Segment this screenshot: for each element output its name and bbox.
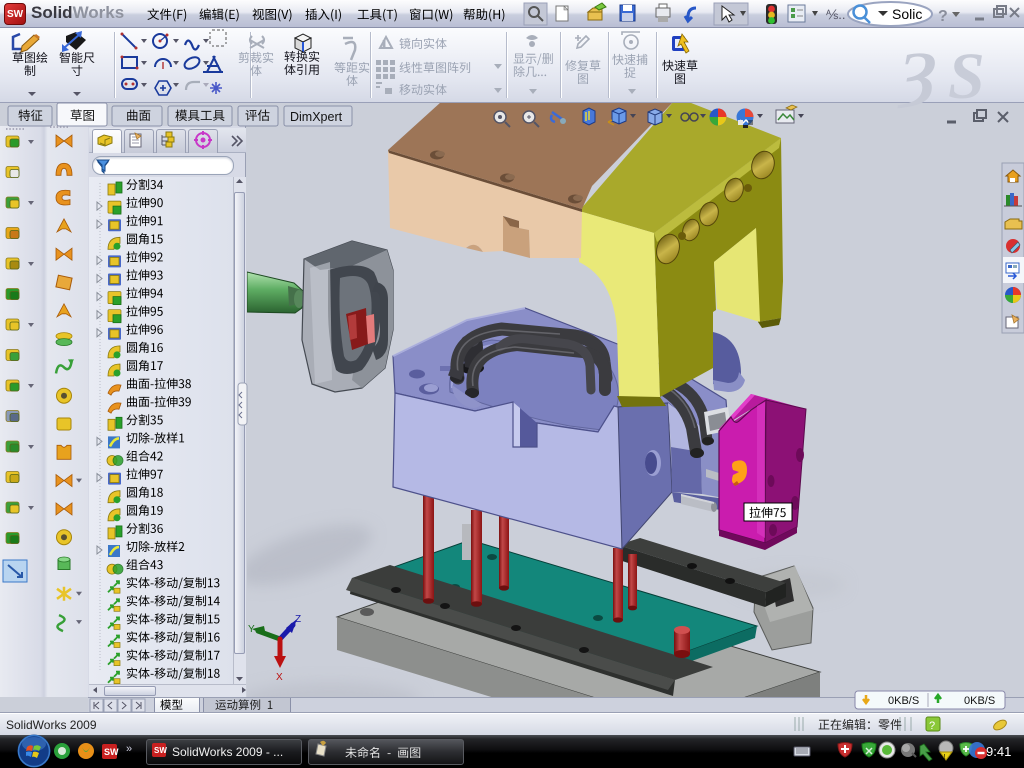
svg-text:0KB/S: 0KB/S xyxy=(964,695,995,707)
svg-text:SW: SW xyxy=(104,747,119,757)
svg-text:0KB/S: 0KB/S xyxy=(888,695,919,707)
svg-text:DimXpert: DimXpert xyxy=(290,110,343,124)
svg-text:Ȝ: Ȝ xyxy=(897,41,937,109)
svg-text:⅍..: ⅍.. xyxy=(826,7,845,22)
svg-text:Solic: Solic xyxy=(892,6,922,22)
svg-text:SW: SW xyxy=(154,746,167,755)
svg-text:Z: Z xyxy=(295,614,301,625)
svg-text:»: » xyxy=(126,743,132,755)
svg-text:Y: Y xyxy=(248,624,255,635)
svg-text:!: ! xyxy=(944,754,946,761)
svg-text:S: S xyxy=(948,40,985,113)
svg-text:X: X xyxy=(276,672,283,683)
svg-text:?: ? xyxy=(938,8,948,25)
svg-text:?: ? xyxy=(929,720,935,732)
svg-text:!: ! xyxy=(383,40,385,49)
